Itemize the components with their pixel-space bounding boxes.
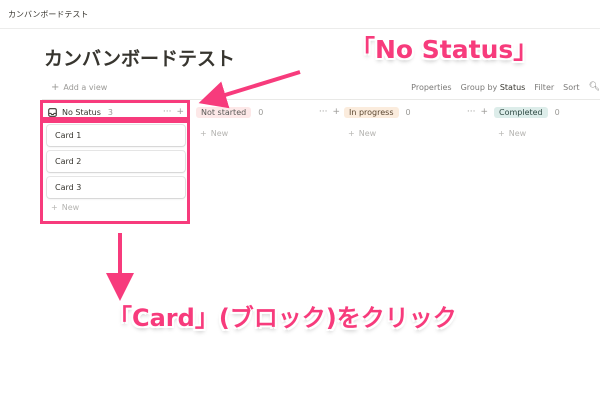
callout-click-card: 「Card」(ブロック)をクリック <box>108 304 457 332</box>
callout-no-status: 「No Status」 <box>350 35 539 64</box>
arrow-icon <box>198 70 301 109</box>
